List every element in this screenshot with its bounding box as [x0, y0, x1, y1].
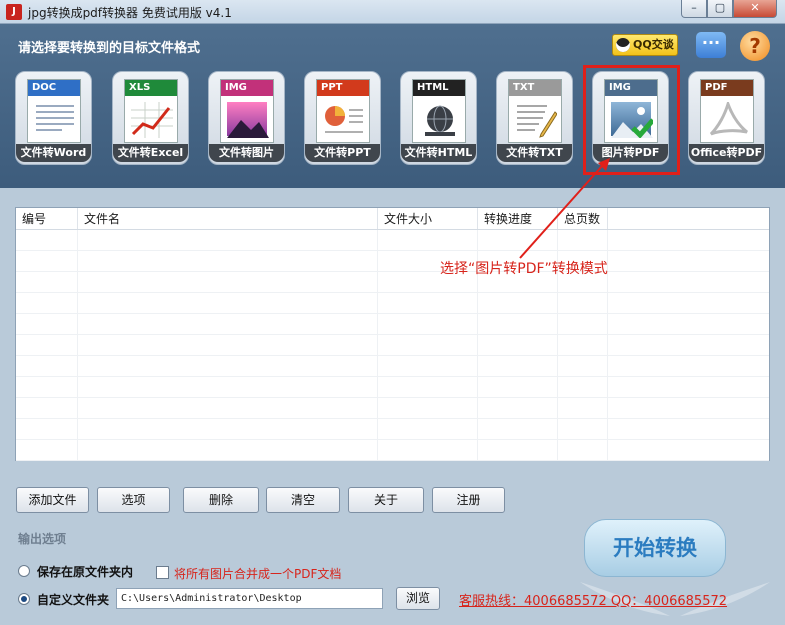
clear-button[interactable]: 清空 [266, 487, 340, 513]
tool-office-to-pdf[interactable]: PDF Office转PDF [688, 71, 765, 165]
tool-label: 文件转TXT [497, 144, 572, 162]
tool-badge: DOC [28, 80, 80, 96]
custom-folder-label[interactable]: 自定义文件夹 [37, 591, 109, 608]
tool-badge: XLS [125, 80, 177, 96]
column-header-number[interactable]: 编号 [16, 208, 78, 229]
table-row [16, 230, 769, 251]
table-row [16, 377, 769, 398]
tool-label: Office转PDF [689, 144, 764, 162]
tool-file-to-txt[interactable]: TXT 文件转TXT [496, 71, 573, 165]
annotation-text: 选择“图片转PDF”转换模式 [440, 261, 608, 277]
qq-penguin-icon [616, 38, 630, 52]
window-title: jpg转换成pdf转换器 免费试用版 v4.1 [28, 6, 232, 20]
word-doc-icon: DOC [27, 79, 81, 143]
save-in-source-radio[interactable] [18, 565, 30, 577]
table-row [16, 314, 769, 335]
table-row [16, 356, 769, 377]
column-header-filename[interactable]: 文件名 [78, 208, 378, 229]
tool-badge: PDF [701, 80, 753, 96]
tool-badge: HTML [413, 80, 465, 96]
output-options-label: 输出选项 [18, 532, 67, 546]
table-row [16, 440, 769, 461]
column-header-progress[interactable]: 转换进度 [478, 208, 558, 229]
pdf-doc-icon: PDF [700, 79, 754, 143]
table-row [16, 419, 769, 440]
table-row [16, 293, 769, 314]
table-row [16, 335, 769, 356]
tool-badge: IMG [221, 80, 273, 96]
minimize-button[interactable]: – [681, 0, 707, 18]
title-bar: J jpg转换成pdf转换器 免费试用版 v4.1 – ▢ ✕ [0, 0, 785, 24]
tool-file-to-image[interactable]: IMG 文件转图片 [208, 71, 285, 165]
register-button[interactable]: 注册 [432, 487, 505, 513]
tool-badge: PPT [317, 80, 369, 96]
tool-label: 文件转PPT [305, 144, 380, 162]
file-list-header: 编号 文件名 文件大小 转换进度 总页数 [16, 208, 769, 230]
format-prompt: 请选择要转换到的目标文件格式 [18, 41, 201, 56]
output-path-input[interactable]: C:\Users\Administrator\Desktop [116, 588, 383, 609]
tool-label: 文件转HTML [401, 144, 476, 162]
table-row [16, 398, 769, 419]
tool-badge: TXT [509, 80, 561, 96]
ppt-doc-icon: PPT [316, 79, 370, 143]
maximize-button[interactable]: ▢ [707, 0, 733, 18]
start-convert-button[interactable]: 开始转换 [584, 519, 726, 577]
qq-chat-button[interactable]: QQ交谈 [612, 34, 678, 56]
merge-all-checkbox[interactable] [156, 566, 169, 579]
tool-file-to-ppt[interactable]: PPT 文件转PPT [304, 71, 381, 165]
about-button[interactable]: 关于 [348, 487, 424, 513]
close-button[interactable]: ✕ [733, 0, 777, 18]
tool-file-to-html[interactable]: HTML 文件转HTML [400, 71, 477, 165]
app-logo-icon: J [6, 4, 22, 20]
tool-label: 文件转Excel [113, 144, 188, 162]
window-controls: – ▢ ✕ [681, 0, 777, 18]
hotline-link[interactable]: 客服热线：4006685572 QQ：4006685572 [459, 590, 727, 609]
delete-button[interactable]: 删除 [183, 487, 259, 513]
tool-label: 文件转图片 [209, 144, 284, 162]
help-icon[interactable]: ? [740, 31, 770, 61]
custom-folder-radio[interactable] [18, 593, 30, 605]
txt-doc-icon: TXT [508, 79, 562, 143]
column-header-filesize[interactable]: 文件大小 [378, 208, 478, 229]
image-doc-icon: IMG [220, 79, 274, 143]
tool-file-to-excel[interactable]: XLS 文件转Excel [112, 71, 189, 165]
save-in-source-label[interactable]: 保存在原文件夹内 [37, 563, 133, 580]
add-file-button[interactable]: 添加文件 [16, 487, 89, 513]
chat-bubble-icon[interactable]: ··· [696, 32, 726, 58]
selected-tool-highlight [583, 65, 680, 175]
qq-chat-label: QQ交谈 [633, 38, 674, 51]
html-doc-icon: HTML [412, 79, 466, 143]
merge-all-label[interactable]: 将所有图片合并成一个PDF文档 [174, 565, 341, 582]
tool-file-to-word[interactable]: DOC 文件转Word [15, 71, 92, 165]
excel-doc-icon: XLS [124, 79, 178, 143]
options-button[interactable]: 选项 [97, 487, 170, 513]
browse-button[interactable]: 浏览 [396, 587, 440, 610]
file-list[interactable]: 编号 文件名 文件大小 转换进度 总页数 [15, 207, 770, 461]
table-row [16, 272, 769, 293]
table-row [16, 251, 769, 272]
column-header-pages[interactable]: 总页数 [558, 208, 608, 229]
tool-label: 文件转Word [16, 144, 91, 162]
